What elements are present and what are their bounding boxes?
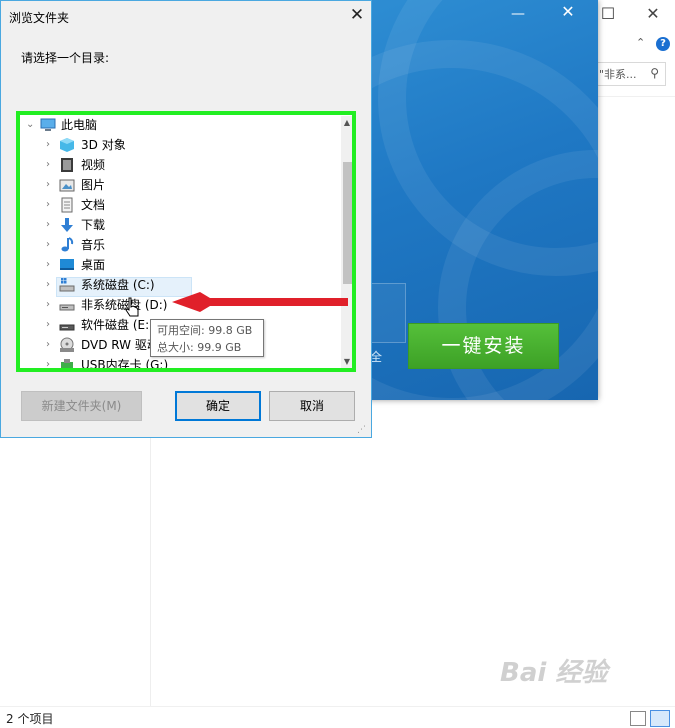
chevron-down-icon[interactable]: ⌄: [26, 115, 36, 135]
large-icons-view-icon[interactable]: [650, 710, 670, 727]
drive-icon: [59, 297, 75, 313]
dialog-title: 浏览文件夹: [9, 11, 70, 25]
new-folder-button[interactable]: 新建文件夹(M): [21, 391, 142, 421]
help-icon[interactable]: ?: [656, 37, 670, 51]
installer-close-button[interactable]: ✕: [558, 2, 578, 21]
tree-item[interactable]: › 桌面: [20, 255, 340, 275]
close-button[interactable]: ✕: [640, 4, 666, 24]
tree-item-label: 软件磁盘 (E:): [81, 318, 154, 332]
system-drive-icon: [59, 277, 75, 293]
tree-item-this-pc[interactable]: ⌄ 此电脑: [20, 115, 340, 135]
tree-item-label: 视频: [81, 158, 106, 172]
chevron-right-icon[interactable]: ›: [46, 155, 56, 175]
scroll-up-arrow-icon[interactable]: ▲: [341, 116, 353, 130]
ok-button[interactable]: 确定: [175, 391, 261, 421]
dvd-drive-icon: [59, 337, 75, 353]
item-count: 2 个项目: [6, 712, 54, 726]
video-icon: [59, 157, 75, 173]
chevron-right-icon[interactable]: ›: [46, 235, 56, 255]
red-arrow-annotation: [172, 292, 348, 312]
details-view-icon[interactable]: [630, 711, 646, 726]
tree-item[interactable]: › 下载: [20, 215, 340, 235]
maximize-button[interactable]: ☐: [595, 4, 621, 24]
desktop-icon: [59, 257, 75, 273]
chevron-right-icon[interactable]: ›: [46, 335, 56, 355]
chevron-right-icon[interactable]: ›: [46, 315, 56, 335]
tree-item[interactable]: › USB内存卡 (G:): [20, 355, 340, 371]
chevron-right-icon[interactable]: ›: [46, 175, 56, 195]
tree-item-label: 下载: [81, 218, 106, 232]
chevron-right-icon[interactable]: ›: [46, 215, 56, 235]
drive-icon: [59, 317, 75, 333]
search-icon: ⚲: [650, 66, 659, 80]
one-click-install-button[interactable]: 一键安装: [408, 323, 559, 369]
pictures-icon: [59, 177, 75, 193]
watermark: Bai 经验: [500, 658, 608, 688]
tree-item-label: DVD RW 驱动: [81, 338, 159, 352]
chevron-right-icon[interactable]: ›: [46, 295, 56, 315]
music-icon: [59, 237, 75, 253]
documents-icon: [59, 197, 75, 213]
3d-objects-icon: [59, 137, 75, 153]
tree-item-label: 3D 对象: [81, 138, 126, 152]
install-path-box: [370, 283, 406, 343]
cancel-button[interactable]: 取消: [269, 391, 355, 421]
scroll-thumb[interactable]: [343, 162, 352, 284]
tree-item[interactable]: › 图片: [20, 175, 340, 195]
search-placeholder: "非系...: [599, 68, 637, 81]
tree-item-label: 系统磁盘 (C:): [81, 278, 155, 292]
dialog-close-button[interactable]: ✕: [347, 5, 367, 25]
resize-grip-icon[interactable]: ⋰: [357, 425, 369, 437]
tree-item[interactable]: › 文档: [20, 195, 340, 215]
tooltip-total-size: 总大小: 99.9 GB: [157, 341, 242, 354]
scroll-down-arrow-icon[interactable]: ▼: [341, 355, 353, 369]
installer-minimize-button[interactable]: —: [508, 6, 528, 22]
tree-item[interactable]: › 3D 对象: [20, 135, 340, 155]
drive-tooltip: 可用空间: 99.8 GB 总大小: 99.9 GB: [150, 319, 264, 357]
tree-item-label: USB内存卡 (G:): [81, 358, 169, 371]
chevron-right-icon[interactable]: ›: [46, 355, 56, 370]
tree-item-label: 图片: [81, 178, 106, 192]
tree-item-label: 此电脑: [61, 118, 98, 132]
chevron-right-icon[interactable]: ›: [46, 195, 56, 215]
chevron-up-icon[interactable]: ⌃: [636, 36, 646, 49]
tree-item-label: 文档: [81, 198, 106, 212]
dialog-prompt: 请选择一个目录:: [21, 51, 110, 65]
tree-item[interactable]: › 视频: [20, 155, 340, 175]
download-icon: [59, 217, 75, 233]
browse-folder-dialog: 浏览文件夹 ✕ 请选择一个目录: ⌄ 此电脑 › 3D 对象 › 视频 › 图片…: [0, 0, 372, 438]
chevron-right-icon[interactable]: ›: [46, 255, 56, 275]
hand-cursor-icon: [125, 297, 139, 317]
computer-icon: [40, 117, 56, 133]
tree-item-label: 音乐: [81, 238, 106, 252]
chevron-right-icon[interactable]: ›: [46, 135, 56, 155]
status-bar: 2 个项目: [0, 706, 675, 728]
tooltip-free-space: 可用空间: 99.8 GB: [157, 324, 253, 337]
usb-drive-icon: [59, 357, 75, 370]
chevron-right-icon[interactable]: ›: [46, 275, 56, 295]
tree-item-label: 桌面: [81, 258, 106, 272]
search-input[interactable]: "非系... ⚲: [594, 62, 666, 86]
tree-item[interactable]: › 音乐: [20, 235, 340, 255]
tree-scrollbar[interactable]: ▲ ▼: [341, 116, 353, 369]
